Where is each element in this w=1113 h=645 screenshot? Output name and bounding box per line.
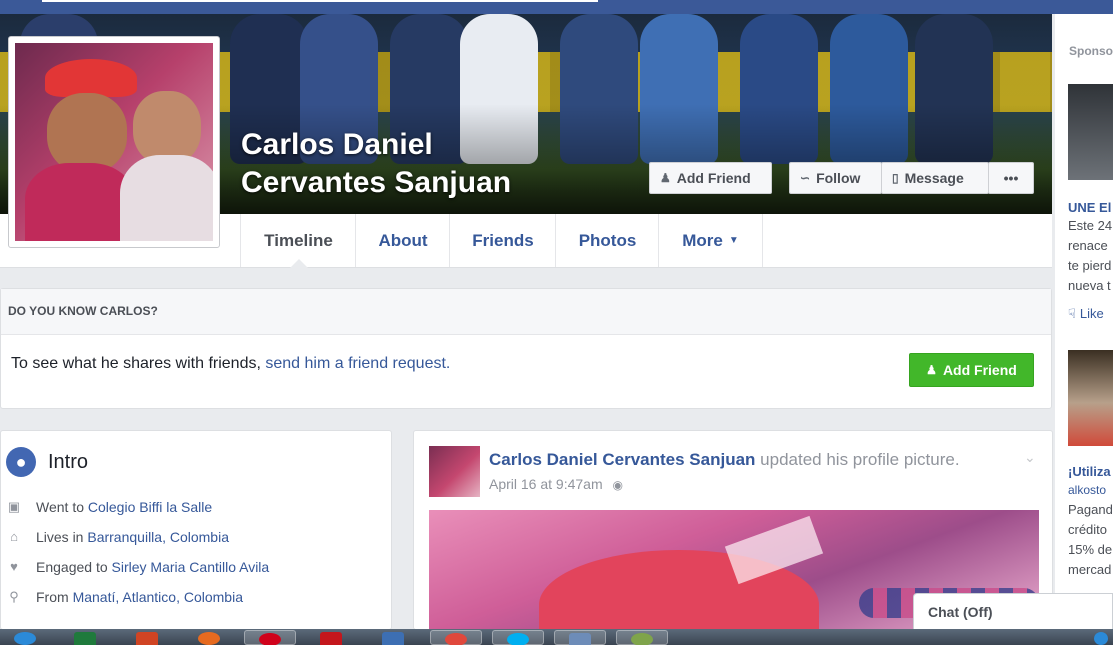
ad-text-line: te pierd	[1068, 258, 1112, 273]
message-button[interactable]: ▯ Message	[881, 162, 989, 194]
taskbar-acrobat-icon[interactable]	[306, 630, 358, 645]
red-cap-shape	[45, 59, 137, 97]
send-friend-request-link[interactable]: send him a friend request.	[265, 355, 450, 372]
taskbar-app-icon[interactable]	[616, 630, 668, 645]
ad-like-label: Like	[1079, 306, 1104, 321]
caret-down-icon: ▼	[728, 235, 739, 246]
ad-like-link[interactable]: ☟ Like	[1068, 304, 1104, 324]
add-friend-green-button[interactable]: ♟ Add Friend	[909, 353, 1034, 387]
ad-image[interactable]	[1068, 350, 1113, 446]
follow-label: Follow	[816, 170, 861, 186]
os-taskbar	[0, 629, 1113, 645]
post-meta: April 16 at 9:47am ◉	[489, 476, 623, 492]
taskbar-excel-icon[interactable]	[60, 630, 112, 645]
taskbar-window-icon[interactable]	[368, 630, 420, 645]
message-icon: ▯	[892, 171, 899, 185]
intro-item-link[interactable]: Barranquilla, Colombia	[87, 529, 229, 545]
taskbar-opera-icon[interactable]	[244, 630, 296, 645]
ad-headline[interactable]: UNE El	[1068, 198, 1111, 218]
intro-card: ● Intro ▣ Went to Colegio Biffi la Salle…	[0, 430, 392, 630]
tab-more[interactable]: More ▼	[658, 214, 763, 267]
ellipsis-icon: •••	[1003, 170, 1019, 186]
profile-name-line2: Cervantes Sanjuan	[241, 166, 512, 199]
ad-text-line: Pagand	[1068, 502, 1113, 517]
sponsored-sidebar: Sponso UNE El Este 24 renace te pierd nu…	[1055, 14, 1113, 629]
intro-title: Intro	[48, 451, 89, 473]
shirt-shape	[25, 163, 135, 241]
heart-icon: ♥	[10, 559, 18, 574]
thumbs-up-icon: ☟	[1068, 306, 1076, 321]
post-action-text: updated his profile picture.	[755, 450, 960, 469]
ad-source[interactable]: alkosto	[1068, 480, 1106, 500]
sponsored-title: Sponso	[1069, 44, 1113, 58]
location-pin-icon: ⚲	[9, 589, 19, 604]
taskbar-skype-icon[interactable]	[492, 630, 544, 645]
rss-icon: ∽	[800, 171, 811, 185]
message-label: Message	[904, 170, 964, 186]
chat-label: Chat (Off)	[928, 604, 993, 620]
search-input[interactable]	[42, 0, 598, 2]
chat-tab[interactable]: Chat (Off)	[913, 593, 1113, 629]
tab-photos[interactable]: Photos	[555, 214, 659, 267]
ad-text-line: nueva t	[1068, 278, 1111, 293]
face-shape	[133, 91, 201, 165]
face-shape	[47, 93, 127, 173]
intro-item-education: Went to Colegio Biffi la Salle	[36, 499, 212, 515]
post-timestamp[interactable]: April 16 at 9:47am	[489, 476, 603, 492]
taskbar-chrome-icon[interactable]	[430, 630, 482, 645]
intro-item-prefix: Lives in	[36, 529, 88, 545]
home-icon: ⌂	[10, 529, 18, 544]
globe-icon: ●	[6, 447, 36, 477]
profile-photo	[15, 43, 213, 241]
intro-item-link[interactable]: Manatí, Atlantico, Colombia	[73, 589, 243, 605]
taskbar-tray-icon[interactable]	[1090, 630, 1112, 645]
do-you-know-card: DO YOU KNOW CARLOS? To see what he share…	[0, 288, 1052, 409]
post-author-link[interactable]: Carlos Daniel Cervantes Sanjuan	[489, 450, 755, 469]
intro-item-prefix: From	[36, 589, 73, 605]
globe-icon[interactable]: ◉	[613, 478, 623, 492]
intro-item-hometown: From Manatí, Atlantico, Colombia	[36, 589, 243, 605]
tab-about[interactable]: About	[355, 214, 450, 267]
intro-item-prefix: Went to	[36, 499, 88, 515]
do-you-know-header: DO YOU KNOW CARLOS?	[1, 289, 1051, 335]
taskbar-ie-icon[interactable]	[0, 630, 52, 645]
friend-request-prompt: To see what he shares with friends, send…	[11, 355, 450, 373]
top-nav-bar	[0, 0, 1113, 14]
prompt-text: To see what he shares with friends,	[11, 355, 266, 372]
shirt-shape	[120, 155, 213, 241]
school-icon: ▣	[7, 499, 21, 514]
profile-picture[interactable]	[8, 36, 220, 248]
add-person-icon: ♟	[660, 171, 671, 185]
add-friend-label: Add Friend	[676, 170, 751, 186]
intro-item-relationship: Engaged to Sirley Maria Cantillo Avila	[36, 559, 269, 575]
more-options-button[interactable]: •••	[988, 162, 1034, 194]
intro-item-prefix: Engaged to	[36, 559, 112, 575]
add-friend-button[interactable]: ♟ Add Friend	[649, 162, 772, 194]
add-person-icon: ♟	[926, 363, 937, 377]
profile-name-line1: Carlos Daniel	[241, 128, 433, 161]
taskbar-firefox-icon[interactable]	[184, 630, 236, 645]
ad-image[interactable]	[1068, 84, 1113, 180]
ad-text-line: 15% de	[1068, 542, 1113, 557]
ad-text-line: Este 24	[1068, 218, 1113, 233]
follow-button[interactable]: ∽ Follow	[789, 162, 882, 194]
intro-item-link[interactable]: Sirley Maria Cantillo Avila	[112, 559, 270, 575]
profile-name[interactable]: Carlos Daniel Cervantes Sanjuan	[241, 126, 621, 202]
ad-text-line: renace	[1068, 238, 1108, 253]
post-author-avatar[interactable]	[429, 446, 480, 497]
tab-friends[interactable]: Friends	[449, 214, 556, 267]
post-options-chevron-icon[interactable]: ⌄	[1024, 449, 1036, 466]
tab-more-label: More	[682, 230, 723, 250]
post-header: Carlos Daniel Cervantes Sanjuan updated …	[489, 450, 960, 470]
taskbar-keyboard-icon[interactable]	[554, 630, 606, 645]
ad-headline[interactable]: ¡Utiliza	[1068, 462, 1111, 482]
taskbar-powerpoint-icon[interactable]	[122, 630, 174, 645]
add-friend-green-label: Add Friend	[942, 362, 1017, 378]
ad-text-line: mercad	[1068, 562, 1112, 577]
tab-timeline[interactable]: Timeline	[240, 214, 356, 268]
ad-text-line: crédito	[1068, 522, 1108, 537]
intro-item-residence: Lives in Barranquilla, Colombia	[36, 529, 229, 545]
intro-item-link[interactable]: Colegio Biffi la Salle	[88, 499, 212, 515]
